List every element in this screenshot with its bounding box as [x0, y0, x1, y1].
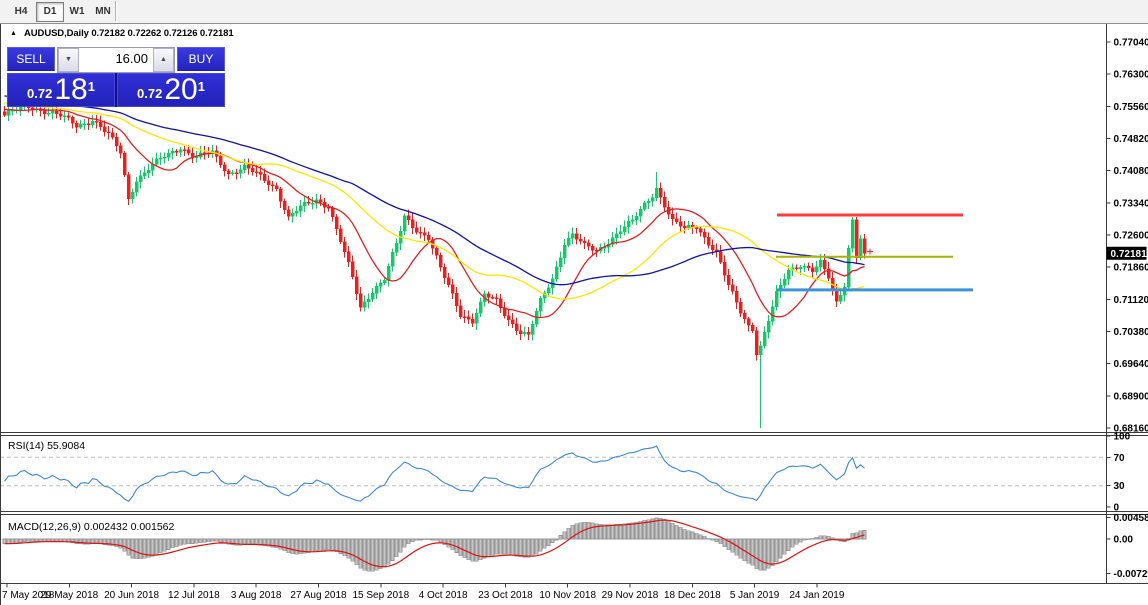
price-axis-label: 0.74080 — [1114, 166, 1148, 177]
date-axis-label: 12 Jul 2018 — [168, 590, 220, 601]
buy-price-big: 20 — [164, 76, 197, 104]
tab-timeframe-w1[interactable]: W1 — [63, 2, 91, 22]
trade-controls-row: SELL ▼ 16.00 ▲ BUY — [7, 47, 225, 71]
ohlc-values: 0.72182 0.72262 0.72126 0.72181 — [91, 28, 233, 39]
price-axis-label: 0.77040 — [1114, 38, 1148, 49]
macd-axis-label: 0.00 — [1114, 535, 1134, 546]
rsi-panel-label: RSI(14) 55.9084 — [8, 440, 85, 452]
date-axis-label: 29 May 2018 — [40, 590, 98, 601]
price-axis-label: 0.71860 — [1114, 263, 1148, 274]
date-axis-label: 4 Oct 2018 — [419, 590, 468, 601]
tab-timeframe-d1[interactable]: D1 — [36, 2, 64, 22]
sell-price-pip: 1 — [88, 82, 95, 92]
date-axis-label: 29 Nov 2018 — [602, 590, 659, 601]
date-axis-label: 10 Nov 2018 — [539, 590, 596, 601]
date-axis-label: 18 Dec 2018 — [664, 590, 721, 601]
ma-line-MA-fast-red — [5, 109, 865, 317]
sell-price-prefix: 0.72 — [27, 84, 52, 104]
price-axis-label: 0.70380 — [1114, 327, 1148, 338]
rsi-axis-label: 100 — [1114, 432, 1131, 443]
last-price-marker — [867, 249, 873, 255]
mt4-chart-window: { "toolbar": { "tabs": [ {"label": "H4",… — [0, 0, 1148, 605]
volume-field[interactable]: 16.00 — [79, 48, 153, 72]
rsi-axis-label: 70 — [1114, 453, 1126, 464]
sell-button[interactable]: SELL — [7, 47, 55, 71]
macd-axis-label: -0.007292 — [1114, 569, 1148, 580]
price-axis-label: 0.69640 — [1114, 359, 1148, 370]
symbol-header: ▲ AUDUSD,Daily 0.72182 0.72262 0.72126 0… — [10, 28, 234, 39]
rsi-axis-label: 30 — [1114, 481, 1126, 492]
sell-price-big: 18 — [54, 76, 87, 104]
collapse-panel-icon[interactable]: ▲ — [10, 30, 17, 37]
date-axis-label: 24 Jan 2019 — [789, 590, 844, 601]
date-axis-label: 3 Aug 2018 — [231, 590, 282, 601]
rsi-level-lines — [0, 457, 1106, 485]
volume-increase-icon[interactable]: ▲ — [153, 48, 174, 72]
ma-line-MA-slow-navy — [5, 96, 865, 285]
rsi-axis-label: 0 — [1114, 503, 1120, 514]
one-click-trading-panel: SELL ▼ 16.00 ▲ BUY 0.72 18 1 0.72 20 1 — [7, 47, 225, 107]
toolbar-separator — [115, 1, 117, 21]
date-axis-label: 5 Jan 2019 — [730, 590, 780, 601]
chart-borders — [0, 24, 1148, 605]
price-axis-label: 0.75560 — [1114, 102, 1148, 113]
symbol-title: AUDUSD,Daily — [24, 28, 89, 39]
timeframe-toolbar: H4 D1 W1 MN — [0, 0, 1148, 24]
date-axis[interactable]: 7 May 201829 May 201820 Jun 201812 Jul 2… — [2, 584, 845, 602]
sell-price-button[interactable]: 0.72 18 1 — [7, 73, 115, 107]
buy-price-button[interactable]: 0.72 20 1 — [117, 73, 225, 107]
macd-axis-label: 0.004583 — [1114, 513, 1148, 524]
price-axis-label: 0.74820 — [1114, 134, 1148, 145]
price-axis-label: 0.73340 — [1114, 198, 1148, 209]
price-axis[interactable]: 0.77040 0.76300 0.75560 0.74820 0.74080 0.733… — [1107, 38, 1148, 580]
trade-prices-row: 0.72 18 1 0.72 20 1 — [7, 73, 225, 107]
buy-button[interactable]: BUY — [177, 47, 225, 71]
rsi-line — [5, 446, 865, 501]
volume-spinner: ▼ 16.00 ▲ — [57, 47, 175, 73]
tab-timeframe-mn[interactable]: MN — [89, 2, 117, 22]
date-axis-label: 23 Oct 2018 — [478, 590, 533, 601]
volume-decrease-icon[interactable]: ▼ — [58, 48, 79, 72]
price-axis-label: 0.71120 — [1114, 295, 1148, 306]
ma-line-MA-mid-yellow — [5, 103, 865, 299]
date-axis-label: 15 Sep 2018 — [352, 590, 409, 601]
price-axis-label: 0.72600 — [1114, 231, 1148, 242]
tab-timeframe-h4[interactable]: H4 — [7, 2, 35, 22]
date-axis-label: 27 Aug 2018 — [290, 590, 347, 601]
buy-price-prefix: 0.72 — [137, 84, 162, 104]
candles-layer — [3, 101, 866, 428]
macd-panel-label: MACD(12,26,9) 0.002432 0.001562 — [8, 521, 174, 533]
price-axis-label: 0.68900 — [1114, 391, 1148, 402]
date-axis-label: 20 Jun 2018 — [104, 590, 159, 601]
price-axis-label: 0.76300 — [1114, 70, 1148, 81]
buy-price-pip: 1 — [198, 82, 205, 92]
current-price-label: 0.72181 — [1111, 249, 1148, 260]
